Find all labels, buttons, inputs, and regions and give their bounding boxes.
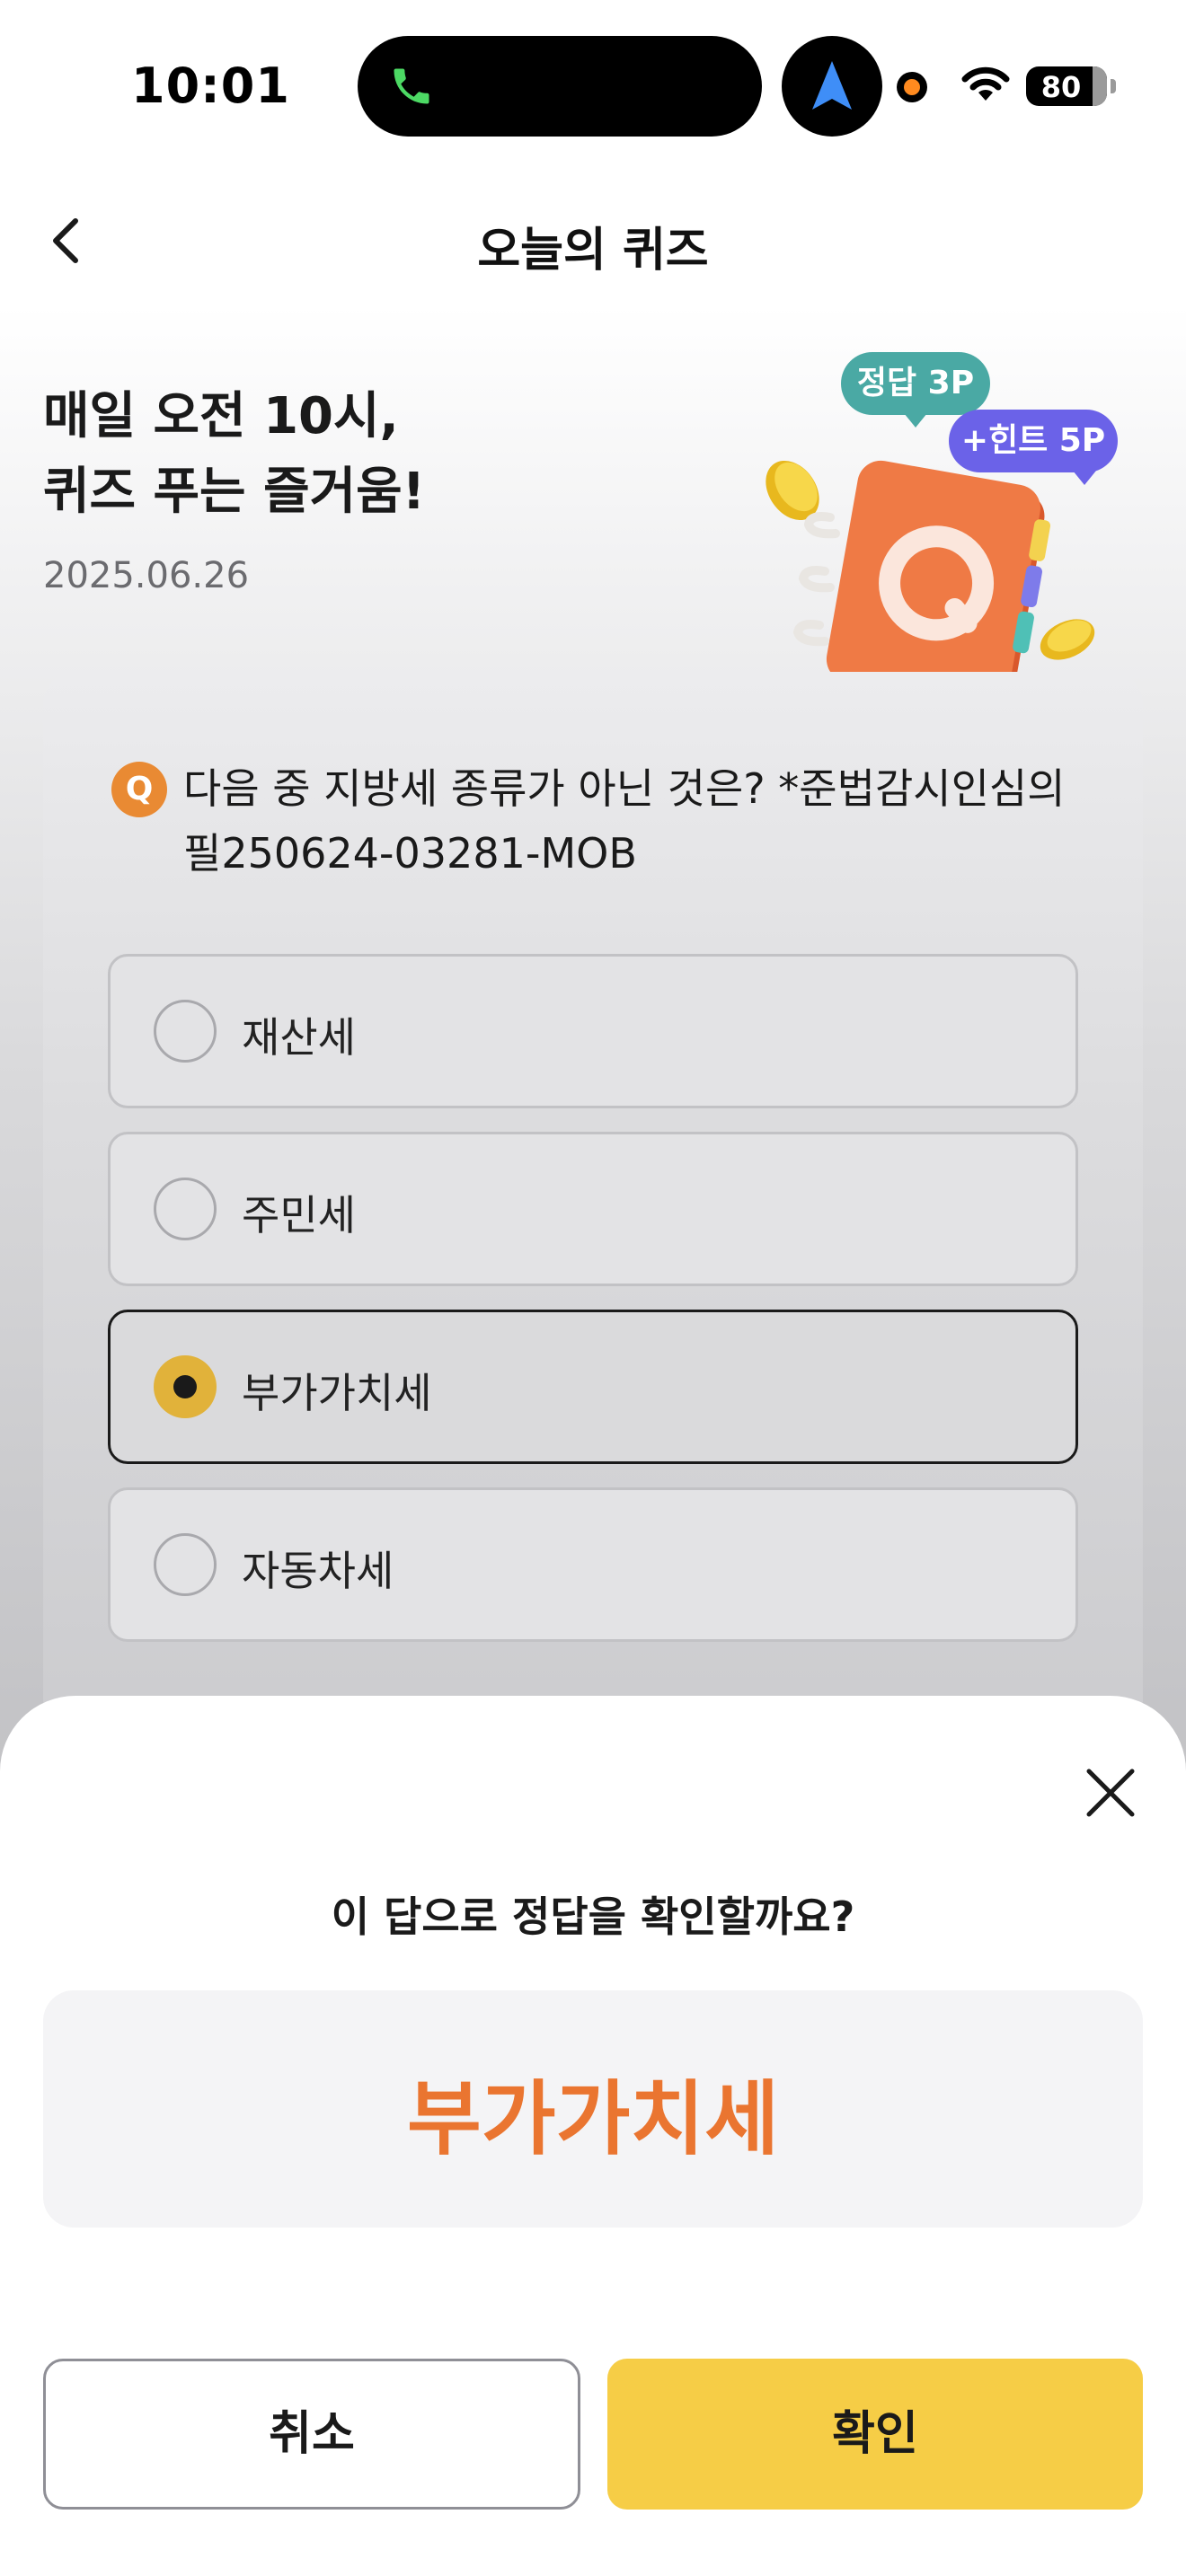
- battery-level: 80: [1040, 70, 1082, 104]
- option-label: 부가가치세: [242, 1369, 432, 1417]
- answer-option-3[interactable]: 부가가치세: [108, 1310, 1078, 1464]
- selected-answer-text: 부가가치세: [407, 2072, 779, 2166]
- status-bar: 10:01 80: [0, 0, 1186, 171]
- confirm-question: 이 답으로 정답을 확인할까요?: [331, 1892, 855, 1941]
- answer-option-4[interactable]: 자동차세: [108, 1487, 1078, 1642]
- option-label: 재산세: [242, 1013, 356, 1062]
- answer-option-2[interactable]: 주민세: [108, 1132, 1078, 1286]
- answer-option-1[interactable]: 재산세: [108, 954, 1078, 1108]
- phone-icon: [394, 68, 429, 104]
- hero-title-line1: 매일 오전 10시,: [43, 387, 399, 446]
- status-time: 10:01: [131, 57, 290, 114]
- option-label: 자동차세: [242, 1547, 394, 1595]
- page-title: 오늘의 퀴즈: [477, 224, 709, 278]
- hero-title-line2: 퀴즈 푸는 즐거움!: [43, 463, 426, 521]
- hint-points-badge: +힌트 5P: [949, 410, 1118, 485]
- radio-button[interactable]: [154, 1178, 217, 1240]
- dynamic-island[interactable]: [358, 36, 762, 137]
- battery-cap: [1111, 79, 1116, 93]
- radio-button[interactable]: [154, 1533, 217, 1596]
- cancel-button[interactable]: 취소: [43, 2359, 580, 2510]
- quiz-date: 2025.06.26: [43, 555, 250, 596]
- battery-icon: 80: [1026, 66, 1107, 106]
- coin-icon: [1040, 619, 1095, 660]
- question-text: 다음 중 지방세 종류가 아닌 것은? *준법감시인심의필250624-0328…: [183, 764, 1066, 878]
- recording-indicator: [897, 72, 927, 102]
- option-label: 주민세: [242, 1191, 356, 1239]
- wifi-icon: [961, 66, 1010, 101]
- hero-title: 매일 오전 10시, 퀴즈 푸는 즐거움!: [43, 379, 425, 530]
- radio-button[interactable]: [154, 1000, 217, 1063]
- close-icon[interactable]: [1075, 1757, 1146, 1829]
- navigation-indicator[interactable]: [782, 36, 882, 137]
- answer-points-badge: 정답 3P: [841, 352, 990, 428]
- question-icon: Q: [111, 762, 167, 817]
- confirm-button[interactable]: 확인: [607, 2359, 1143, 2510]
- radio-button-selected[interactable]: [154, 1355, 217, 1418]
- navigation-arrow-icon: [812, 61, 852, 110]
